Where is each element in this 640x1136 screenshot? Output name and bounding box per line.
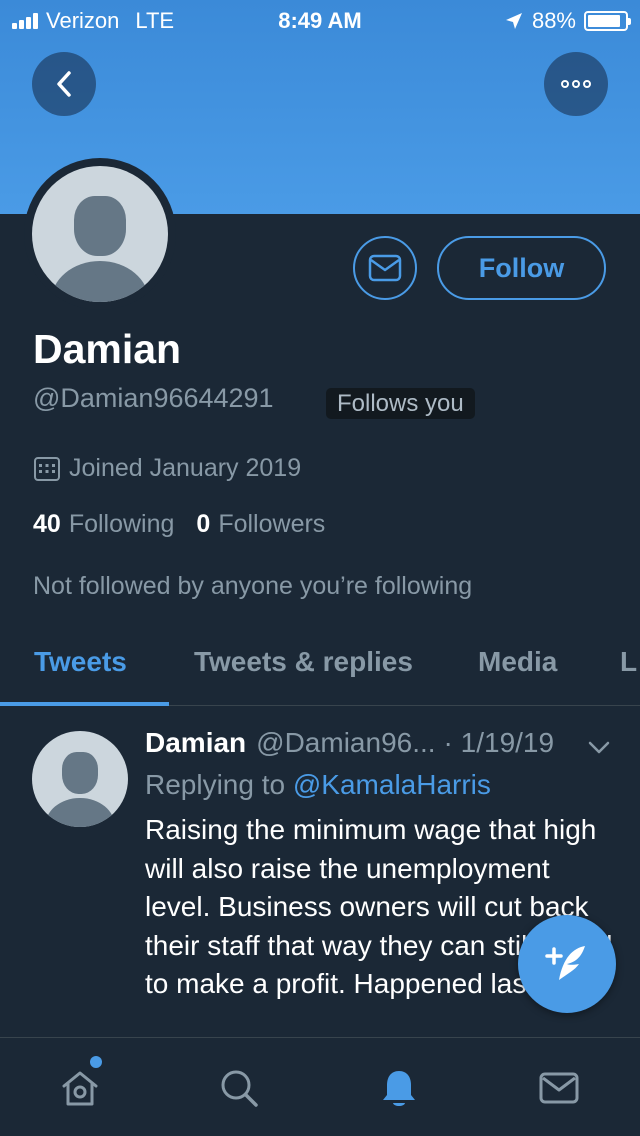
- mutual-followers-note: Not followed by anyone you’re following: [33, 572, 473, 600]
- more-options-button[interactable]: [544, 52, 608, 116]
- tweet-author-name[interactable]: Damian: [145, 727, 246, 759]
- tweet-header: Damian @Damian96... · 1/19/19: [145, 727, 554, 759]
- chevron-left-icon: [57, 71, 71, 97]
- active-tab-indicator: [0, 702, 169, 706]
- following-label: Following: [68, 510, 175, 538]
- profile-display-name: Damian: [33, 326, 182, 372]
- follow-button[interactable]: Follow: [437, 236, 606, 300]
- mail-icon: [368, 254, 402, 282]
- tab-likes[interactable]: L: [620, 646, 637, 678]
- notifications-icon: [383, 1071, 415, 1106]
- tweet-avatar[interactable]: [32, 731, 128, 827]
- nav-home[interactable]: [56, 1064, 104, 1112]
- nav-search[interactable]: [215, 1064, 263, 1112]
- default-avatar-icon: [32, 731, 128, 827]
- nav-notifications[interactable]: [375, 1064, 423, 1112]
- calendar-icon: [34, 456, 60, 481]
- followers-count: 0: [196, 510, 211, 538]
- joined-date-row: Joined January 2019: [33, 454, 301, 483]
- followers-label: Followers: [218, 510, 326, 538]
- bottom-navigation: [0, 1037, 640, 1136]
- nav-messages[interactable]: [535, 1064, 583, 1112]
- battery-icon: [584, 11, 631, 31]
- profile-tabs: Tweets Tweets & replies Media L: [0, 630, 640, 706]
- status-bar: Verizon LTE 8:49 AM 88%: [0, 0, 640, 40]
- tab-tweets-and-replies[interactable]: Tweets & replies: [194, 646, 413, 678]
- following-stat[interactable]: 40 Following: [33, 510, 174, 539]
- profile-handle: @Damian96644291: [33, 383, 274, 413]
- profile-avatar[interactable]: [24, 158, 176, 310]
- joined-date: Joined January 2019: [69, 454, 302, 482]
- follow-stats: 40 Following 0 Followers: [33, 510, 325, 539]
- followers-stat[interactable]: 0 Followers: [196, 510, 325, 539]
- tab-tweets[interactable]: Tweets: [34, 646, 127, 678]
- replying-to-label: Replying to: [145, 769, 286, 800]
- tweet-date: · 1/19/19: [443, 727, 555, 758]
- chevron-down-icon[interactable]: [588, 741, 610, 755]
- back-button[interactable]: [32, 52, 96, 116]
- follows-you-badge: Follows you: [326, 388, 475, 419]
- location-arrow-icon: [505, 13, 522, 29]
- tweet-replying-to: Replying to @KamalaHarris: [145, 769, 491, 801]
- message-button[interactable]: [353, 236, 417, 300]
- replying-to-mention[interactable]: @KamalaHarris: [293, 769, 491, 800]
- messages-icon: [539, 1072, 579, 1104]
- more-horizontal-icon: [561, 80, 591, 88]
- tab-media[interactable]: Media: [478, 646, 557, 678]
- compose-tweet-button[interactable]: [518, 915, 616, 1013]
- battery-percent: 88%: [531, 8, 576, 33]
- home-new-content-dot: [90, 1056, 102, 1068]
- feather-plus-icon: [545, 946, 585, 980]
- search-icon: [221, 1070, 258, 1107]
- following-count: 40: [33, 510, 61, 538]
- tweet-author-handle: @Damian96...: [256, 727, 436, 758]
- home-icon: [62, 1071, 98, 1106]
- default-avatar-icon: [32, 166, 168, 302]
